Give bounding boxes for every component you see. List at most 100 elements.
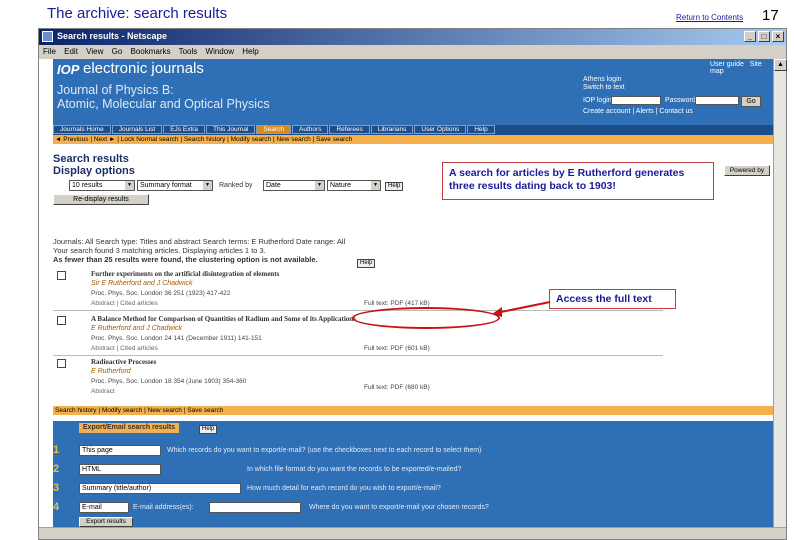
article-authors-2[interactable]: E Rutherford and J Chadwick [91,325,182,332]
tab-authors[interactable]: Authors [292,125,329,134]
step-number-4: 4 [53,501,60,513]
search-results-heading: Search results [53,153,129,165]
menu-bookmarks[interactable]: Bookmarks [131,47,171,56]
article-checkbox-1[interactable] [57,271,66,280]
minimize-icon[interactable]: _ [744,31,756,42]
tab-referees[interactable]: Referees [329,125,370,134]
search-callout: A search for articles by E Rutherford ge… [442,162,714,200]
window-title: Search results - Netscape [57,31,168,41]
export-help-badge[interactable]: Help [199,425,218,434]
format-select[interactable]: Summary format [137,180,213,191]
email-address-input[interactable] [209,502,301,513]
menu-window[interactable]: Window [206,47,234,56]
article-links-1[interactable]: Abstract | Cited articles [91,300,158,307]
maximize-icon[interactable]: □ [758,31,770,42]
format-select-export[interactable]: HTML [79,464,161,475]
create-account-links[interactable]: Create account | Alerts | Contact us [583,108,693,116]
journal-title-line2: Atomic, Molecular and Optical Physics [57,97,270,111]
tab-this-journal[interactable]: This Journal [206,125,256,134]
callout-arrow [492,301,551,317]
records-question: Which records do you want to export/e-ma… [167,447,482,454]
destination-question: Where do you want to export/e-mail your … [309,504,489,511]
results-count-select[interactable]: 10 results [69,180,135,191]
menu-go[interactable]: Go [112,47,123,56]
step-number-3: 3 [53,482,60,494]
tab-search[interactable]: Search [256,125,292,134]
menu-file[interactable]: File [43,47,56,56]
order-select[interactable]: Nature [327,180,381,191]
search-subnav[interactable]: ◄ Previous | Next ► | Lock Normal search… [53,135,774,144]
highlight-oval [352,307,500,329]
export-tab[interactable]: Export/Email search results [79,423,179,433]
article-citation-3: Proc. Phys. Soc. London 18 354 (June 190… [91,378,247,385]
brand-name: electronic journals [83,60,204,77]
nav-tabs: Journals Home Journals List EJs Extra This … [53,125,774,135]
netscape-icon [42,31,53,42]
article-authors-3[interactable]: E Rutherford [91,368,131,375]
page-number: 17 [762,7,779,24]
article-fulltext-2[interactable]: Full text: PDF (601 kB) [364,345,430,352]
ranked-by-label: Ranked by [219,182,253,189]
slide-title: The archive: search results [47,5,228,22]
destination-select[interactable]: E-mail [79,502,129,513]
article-fulltext-1[interactable]: Full text: PDF (417 kB) [364,300,430,307]
login-box: Athens login Switch to text IOP login: P… [583,76,774,118]
step-number-1: 1 [53,444,60,456]
fulltext-callout: Access the full text [549,289,676,309]
display-options-heading: Display options [53,165,135,177]
help-badge-clustering[interactable]: Help [357,259,376,268]
article-title-1[interactable]: Further experiments on the artificial di… [91,270,279,278]
article-links-3[interactable]: Abstract [91,388,115,395]
bottom-search-nav[interactable]: Search history | Modify search | New sea… [53,406,774,415]
scroll-up-icon[interactable]: ▲ [774,59,787,71]
password-label: Password: [665,97,698,104]
tab-librarians[interactable]: Librarians [370,125,414,134]
divider [53,310,663,311]
vertical-scrollbar[interactable]: ▲ [773,59,787,529]
menu-help[interactable]: Help [242,47,258,56]
detail-question: How much detail for each record do you w… [247,485,441,492]
menu-tools[interactable]: Tools [179,47,198,56]
article-fulltext-3[interactable]: Full text: PDF (680 kB) [364,384,430,391]
menu-view[interactable]: View [86,47,103,56]
iop-login-label: IOP login: [583,97,614,104]
export-results-button[interactable]: Export results [79,517,133,527]
password-input[interactable] [695,96,739,105]
export-panel: Export/Email search results Help 1 This … [53,421,774,529]
step-number-2: 2 [53,463,60,475]
redisplay-results-button[interactable]: Re-display results [53,194,149,205]
arrow-line [495,301,551,314]
clustering-note: As fewer than 25 results were found, the… [53,255,318,264]
return-to-contents-link[interactable]: Return to Contents [676,13,743,22]
menu-bar: File Edit View Go Bookmarks Tools Window… [39,45,786,59]
search-summary: Journals: All Search type: Titles and ab… [53,237,473,264]
article-authors-1[interactable]: Sir E Rutherford and J Chadwick [91,280,193,287]
article-title-2[interactable]: A Balance Method for Comparison of Quant… [91,315,356,323]
browser-window: Search results - Netscape _ □ × File Edi… [38,28,787,540]
go-button[interactable]: Go [741,96,761,107]
tab-ejs-extra[interactable]: EJs Extra [163,125,206,134]
close-icon[interactable]: × [772,31,784,42]
article-checkbox-2[interactable] [57,316,66,325]
switch-to-text-link[interactable]: Switch to text [583,84,774,92]
menu-edit[interactable]: Edit [64,47,78,56]
journal-title-line1: Journal of Physics B: [57,83,174,97]
iop-login-input[interactable] [611,96,661,105]
top-links: User guide Site map [710,61,774,75]
tab-user-options[interactable]: User Options [414,125,467,134]
records-select[interactable]: This page [79,445,161,456]
search-count: Your search found 3 matching articles. D… [53,246,266,255]
rank-select[interactable]: Date [263,180,325,191]
help-badge[interactable]: Help [385,182,404,191]
powered-by-badge: Powered by [724,165,770,176]
tab-journals-list[interactable]: Journals List [111,125,163,134]
user-guide-link[interactable]: User guide [710,61,744,68]
athens-login-link[interactable]: Athens login [583,76,774,84]
tab-help[interactable]: Help [467,125,495,134]
tab-journals-home[interactable]: Journals Home [53,125,111,134]
iop-logo[interactable]: IOP [57,62,79,77]
detail-select[interactable]: Summary (title/author) [79,483,241,494]
article-checkbox-3[interactable] [57,359,66,368]
article-title-3[interactable]: Radioactive Processes [91,358,156,366]
article-links-2[interactable]: Abstract | Cited articles [91,345,158,352]
